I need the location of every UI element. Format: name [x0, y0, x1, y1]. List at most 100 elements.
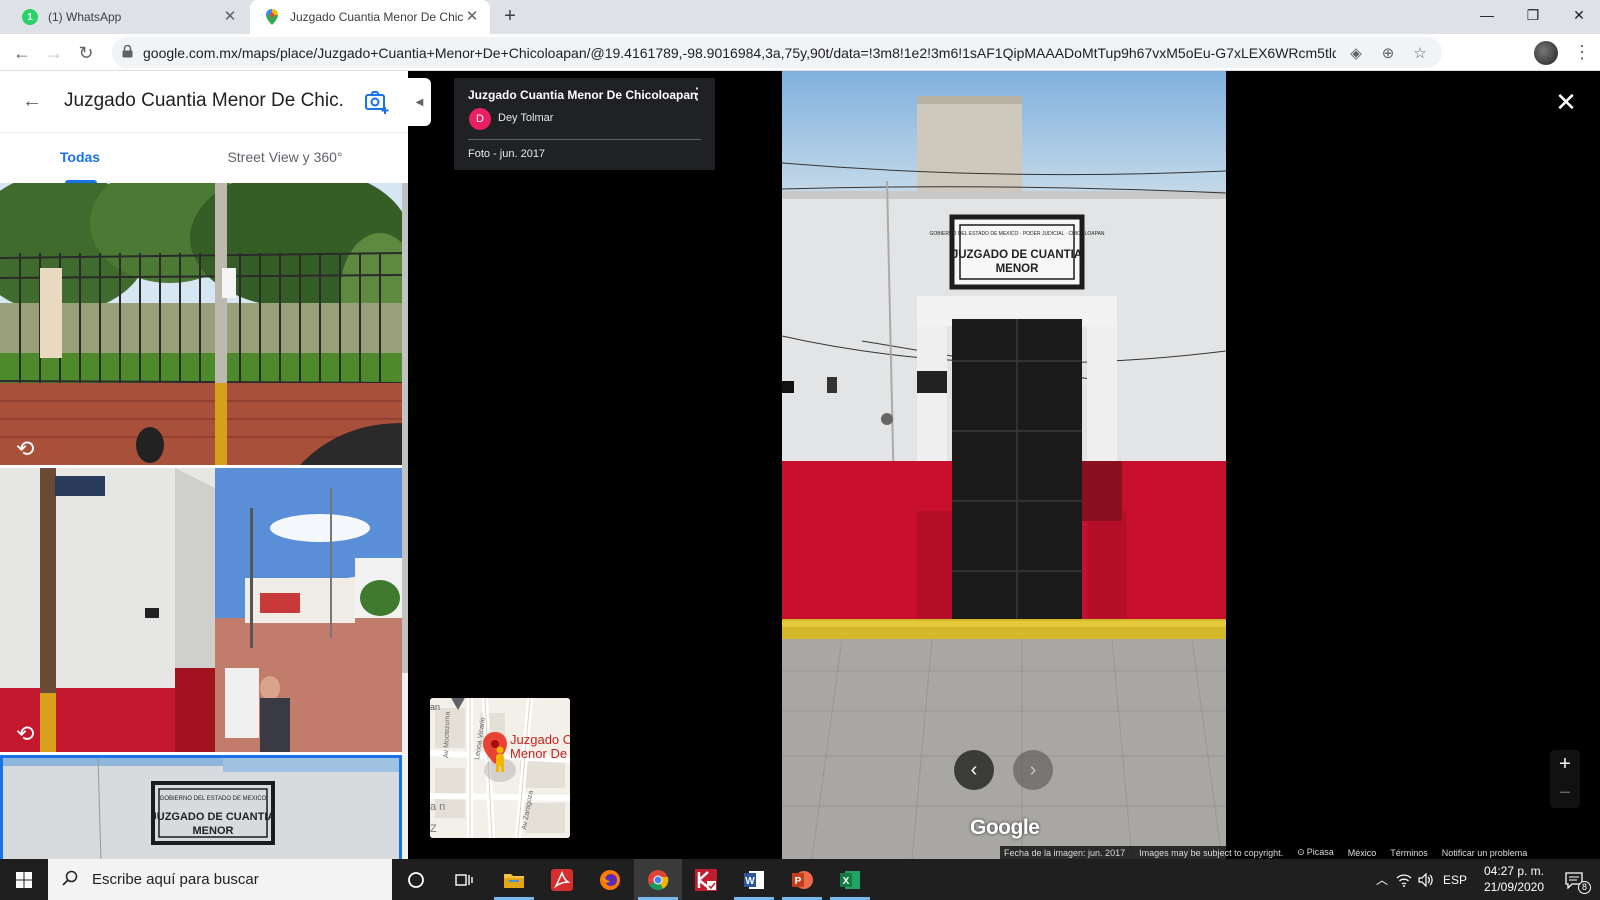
excel-icon[interactable]: X [826, 859, 874, 900]
tab-google-maps[interactable]: Juzgado Cuantia Menor De Chicoloapan ✕ [250, 0, 490, 34]
zoom-out-button[interactable]: − [1550, 779, 1580, 808]
windows-taskbar: Escribe aquí para buscar W P X ︿ ESP 04:… [0, 859, 1600, 900]
author-avatar[interactable]: D [469, 108, 491, 130]
browser-menu-icon[interactable]: ⋮ [1572, 41, 1592, 65]
location-icon[interactable]: ◈ [1344, 41, 1368, 65]
tab-title: (1) WhatsApp [48, 10, 122, 24]
main-photo[interactable]: GOBIERNO DEL ESTADO DE MEXICO · PODER JU… [782, 71, 1226, 859]
restore-window-icon[interactable]: ❐ [1510, 0, 1556, 30]
file-explorer-icon[interactable] [490, 859, 538, 900]
google-logo: Google [970, 816, 1040, 839]
svg-text:X: X [843, 876, 850, 887]
add-photo-icon[interactable] [364, 89, 390, 115]
next-photo-button[interactable]: › [1013, 750, 1053, 790]
show-hidden-icons-icon[interactable]: ︿ [1372, 859, 1392, 900]
new-tab-button[interactable]: + [498, 5, 522, 29]
close-tab-icon[interactable]: ✕ [464, 9, 480, 25]
map-place-label: Menor De [510, 746, 567, 761]
search-placeholder: Escribe aquí para buscar [92, 871, 259, 888]
author-name[interactable]: Dey Tolmar [498, 112, 553, 124]
profile-avatar[interactable] [1534, 41, 1558, 65]
place-title: Juzgado Cuantia Menor De Chic... [64, 90, 344, 111]
windows-start-icon[interactable] [0, 859, 48, 900]
close-tab-icon[interactable]: ✕ [222, 9, 238, 25]
bookmark-star-icon[interactable]: ☆ [1408, 41, 1432, 65]
tab-street-view[interactable]: Street View y 360° [210, 133, 360, 183]
photo-thumbnails: ⟲ ⟲ GOBIERNO DEL ESTADO DE MEXICO JUZGAD… [0, 183, 402, 859]
volume-icon[interactable] [1416, 859, 1436, 900]
sign-small-text: GOBIERNO DEL ESTADO DE MEXICO · PODER JU… [929, 231, 1104, 237]
more-options-icon[interactable]: ⋮ [689, 87, 705, 104]
lock-icon [122, 44, 133, 61]
map-fragment-label: an [430, 702, 440, 712]
wifi-icon[interactable] [1394, 859, 1414, 900]
notifications-icon[interactable]: 8 [1556, 859, 1592, 900]
back-arrow-icon[interactable]: ← [20, 89, 44, 113]
language-indicator[interactable]: ESP [1440, 859, 1470, 900]
address-bar[interactable]: google.com.mx/maps/place/Juzgado+Cuantia… [112, 37, 1442, 68]
panel-header: ← Juzgado Cuantia Menor De Chic... [0, 71, 408, 133]
browser-toolbar: ← → ↻ google.com.mx/maps/place/Juzgado+C… [0, 34, 1600, 71]
svg-text:P: P [795, 876, 802, 887]
divider [468, 139, 701, 140]
close-window-icon[interactable]: ✕ [1556, 0, 1600, 30]
search-icon [62, 870, 78, 889]
tab-todas[interactable]: Todas [30, 133, 130, 183]
word-icon[interactable]: W [730, 859, 778, 900]
360-icon: ⟲ [16, 721, 35, 746]
360-icon: ⟲ [16, 436, 35, 461]
system-clock[interactable]: 04:27 p. m. 21/09/2020 [1474, 863, 1554, 895]
tab-whatsapp[interactable]: 1 (1) WhatsApp ✕ [8, 0, 248, 34]
map-fragment-label: a n [430, 801, 445, 813]
cortana-icon[interactable] [392, 859, 440, 900]
photo-place-name[interactable]: Juzgado Cuantia Menor De Chicoloapan [468, 88, 697, 102]
acrobat-reader-icon[interactable] [538, 859, 586, 900]
taskbar-search-box[interactable]: Escribe aquí para buscar [48, 859, 392, 900]
clock-time: 04:27 p. m. [1483, 864, 1545, 878]
photo-date: Foto - jun. 2017 [468, 148, 546, 160]
kaspersky-icon[interactable] [682, 859, 730, 900]
powerpoint-icon[interactable]: P [778, 859, 826, 900]
sign-line-1: JUZGADO DE CUANTIA [952, 249, 1082, 261]
photo-thumbnail[interactable]: ⟲ [0, 468, 402, 752]
clock-date: 21/09/2020 [1483, 880, 1545, 894]
url-text[interactable]: google.com.mx/maps/place/Juzgado+Cuantia… [143, 45, 1336, 61]
report-problem-link[interactable]: Notificar un problema [1442, 848, 1528, 858]
zoom-icon[interactable]: ⊕ [1376, 41, 1400, 65]
collapse-panel-button[interactable]: ◀ [408, 78, 431, 126]
country-link[interactable]: México [1348, 848, 1377, 858]
photos-panel: ← Juzgado Cuantia Menor De Chic... Todas… [0, 71, 408, 859]
chrome-icon[interactable] [634, 859, 682, 900]
zoom-in-button[interactable]: + [1550, 750, 1580, 779]
minimize-window-icon[interactable]: — [1464, 0, 1510, 30]
svg-text:GOBIERNO DEL ESTADO DE MEXICO: GOBIERNO DEL ESTADO DE MEXICO [160, 796, 267, 802]
picasa-icon: ⊙ [1297, 847, 1305, 857]
map-place-label: Juzgado C [510, 732, 570, 747]
whatsapp-icon: 1 [22, 9, 38, 25]
photo-info-card: Juzgado Cuantia Menor De Chicoloapan ⋮ D… [454, 78, 715, 170]
forward-icon[interactable]: → [40, 39, 68, 67]
notification-count-badge: 8 [1578, 881, 1591, 894]
picasa-link[interactable]: ⊙ Picasa [1297, 847, 1334, 858]
terms-link[interactable]: Términos [1390, 848, 1428, 858]
previous-photo-button[interactable]: ‹ [954, 750, 994, 790]
copyright-text: Images may be subject to copyright. [1139, 847, 1284, 858]
svg-text:W: W [745, 876, 755, 887]
tab-title: Juzgado Cuantia Menor De Chicoloapan [290, 10, 464, 24]
svg-text:JUZGADO DE CUANTIA: JUZGADO DE CUANTIA [151, 811, 276, 823]
viewer-footer: Fecha de la imagen: jun. 2017 Images may… [1000, 846, 1600, 859]
firefox-icon[interactable] [586, 859, 634, 900]
building-sign: GOBIERNO DEL ESTADO DE MEXICO · PODER JU… [929, 214, 1105, 290]
reload-icon[interactable]: ↻ [72, 39, 100, 67]
svg-text:MENOR: MENOR [193, 825, 234, 837]
mini-map[interactable]: an a n Z Av Moctezuma Leona Vicario Av Z… [430, 698, 570, 838]
task-view-icon[interactable] [440, 859, 488, 900]
sign-line-2: MENOR [996, 263, 1040, 275]
scrollbar-thumb[interactable] [402, 183, 408, 673]
back-icon[interactable]: ← [8, 39, 36, 67]
close-viewer-icon[interactable]: ✕ [1554, 89, 1578, 115]
browser-tab-strip: 1 (1) WhatsApp ✕ Juzgado Cuantia Menor D… [0, 0, 1600, 34]
photo-thumbnail[interactable]: ⟲ [0, 183, 402, 465]
photo-thumbnail-selected[interactable]: GOBIERNO DEL ESTADO DE MEXICO JUZGADO DE… [0, 755, 402, 859]
photo-tabs: Todas Street View y 360° [0, 133, 408, 183]
